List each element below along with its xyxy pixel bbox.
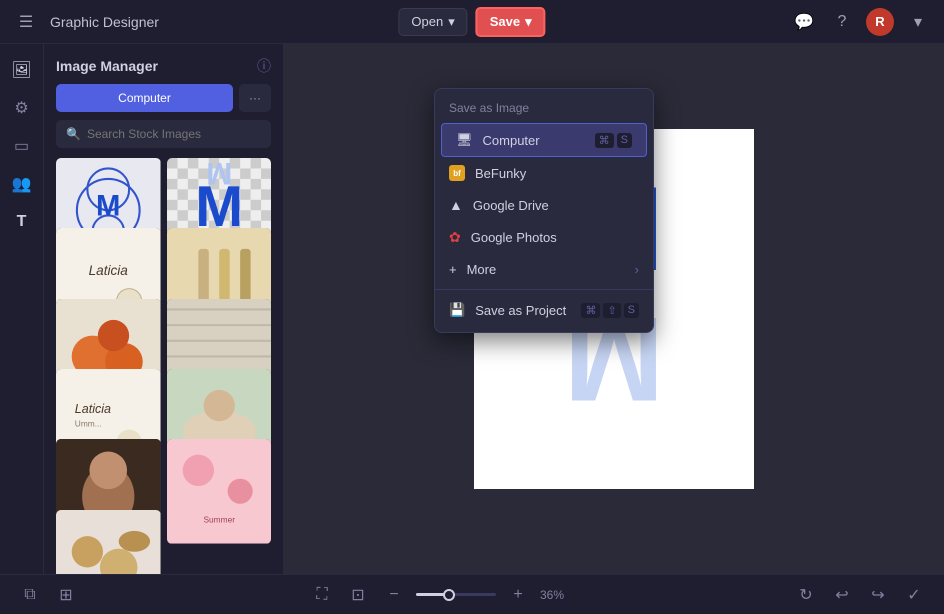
icon-sidebar: 🖼 ⚙ ▭ 👥 T <box>0 44 44 574</box>
computer-label: Computer <box>483 133 540 148</box>
sidebar-icon-layers[interactable]: ▭ <box>6 130 38 162</box>
image-grid: M M M <box>44 158 283 574</box>
layers-button[interactable]: ⧉ <box>16 581 44 609</box>
save-label: Save <box>490 14 520 29</box>
more-chevron-icon: › <box>635 262 639 277</box>
expand-button[interactable]: ⛶ <box>308 581 336 609</box>
save-computer-item[interactable]: 🖥 Computer ⌘ S <box>441 123 647 157</box>
save-dropdown-menu: Save as Image 🖥 Computer ⌘ S bf BeFunky … <box>434 88 654 333</box>
befunky-label: BeFunky <box>475 166 526 181</box>
help-button[interactable]: ? <box>828 8 856 36</box>
google-drive-icon: ▲ <box>449 197 463 213</box>
svg-text:Laticia: Laticia <box>75 402 111 416</box>
info-icon[interactable]: ⓘ <box>257 56 271 76</box>
save-befunky-item[interactable]: bf BeFunky <box>435 157 653 189</box>
more-button[interactable]: ··· <box>239 84 271 112</box>
chat-button[interactable]: 💬 <box>790 8 818 36</box>
save-chevron-icon: ▾ <box>525 14 532 30</box>
svg-text:M: M <box>96 190 120 222</box>
check-button[interactable]: ✓ <box>900 581 928 609</box>
header: ☰ Graphic Designer Open ▾ Save ▾ 💬 ? R ▾ <box>0 0 944 44</box>
main-area: 🖼 ⚙ ▭ 👥 T Image Manager ⓘ Computer ··· 🔍 <box>0 44 944 574</box>
header-right: 💬 ? R ▾ <box>790 8 932 36</box>
header-left: ☰ Graphic Designer <box>12 8 159 36</box>
shortcut-s: S <box>617 133 632 148</box>
drive-label: Google Drive <box>473 198 549 213</box>
save-project-item[interactable]: 💾 Save as Project ⌘ ⇧ S <box>435 294 653 326</box>
computer-button[interactable]: Computer <box>56 84 233 112</box>
toolbar-right: ↻ ↩ ↪ ✓ <box>792 581 928 609</box>
image-thumbnail[interactable]: Summer <box>167 439 272 544</box>
zoom-fill <box>416 593 445 596</box>
dropdown-divider <box>435 289 653 290</box>
grid-button[interactable]: ⊞ <box>52 581 80 609</box>
search-bar-container: 🔍 <box>56 120 271 148</box>
save-project-shortcut: ⌘ ⇧ S <box>581 303 639 318</box>
open-chevron-icon: ▾ <box>448 14 455 30</box>
zoom-in-button[interactable]: + <box>504 581 532 609</box>
sidebar-icon-image[interactable]: 🖼 <box>6 54 38 86</box>
save-more-item[interactable]: + More › <box>435 254 653 285</box>
photos-label: Google Photos <box>471 230 557 245</box>
save-project-label: Save as Project <box>475 303 566 318</box>
computer-shortcut: ⌘ S <box>595 133 632 148</box>
shortcut-s2: S <box>624 303 639 318</box>
crop-button[interactable]: ⊡ <box>344 581 372 609</box>
open-button[interactable]: Open ▾ <box>398 8 467 36</box>
zoom-slider[interactable] <box>416 593 496 596</box>
shortcut-shift: ⇧ <box>603 303 620 318</box>
computer-icon: 🖥 <box>456 132 473 148</box>
more-label: More <box>467 262 497 277</box>
undo-button[interactable]: ↩ <box>828 581 856 609</box>
toolbar-center: ⛶ ⊡ − + 36% <box>308 581 564 609</box>
avatar-label: R <box>875 14 884 29</box>
save-photos-item[interactable]: ✿ Google Photos <box>435 221 653 254</box>
toolbar-left: ⧉ ⊞ <box>16 581 80 609</box>
google-photos-icon: ✿ <box>449 229 461 246</box>
panel-title: Image Manager <box>56 58 158 74</box>
svg-text:Laticia: Laticia <box>89 263 129 278</box>
panel-actions: Computer ··· <box>44 84 283 120</box>
bottom-toolbar: ⧉ ⊞ ⛶ ⊡ − + 36% ↻ ↩ ↪ ✓ <box>0 574 944 614</box>
image-panel: Image Manager ⓘ Computer ··· 🔍 M <box>44 44 284 574</box>
svg-text:Summer: Summer <box>203 515 235 525</box>
svg-text:M: M <box>206 158 232 191</box>
shortcut-cmd: ⌘ <box>595 133 614 148</box>
redo-button[interactable]: ↪ <box>864 581 892 609</box>
save-button[interactable]: Save ▾ <box>476 7 546 37</box>
save-project-icon: 💾 <box>449 302 465 318</box>
search-input[interactable] <box>87 127 261 141</box>
header-center: Open ▾ Save ▾ <box>398 7 545 37</box>
expand-chevron-icon[interactable]: ▾ <box>904 8 932 36</box>
search-icon: 🔍 <box>66 127 81 141</box>
avatar-button[interactable]: R <box>866 8 894 36</box>
save-drive-item[interactable]: ▲ Google Drive <box>435 189 653 221</box>
zoom-percent: 36% <box>540 588 564 602</box>
more-left: + More <box>449 262 496 277</box>
sidebar-icon-sliders[interactable]: ⚙ <box>6 92 38 124</box>
canvas-area: M M Save as Image 🖥 Computer ⌘ S bf BeFu… <box>284 44 944 574</box>
panel-header: Image Manager ⓘ <box>44 44 283 84</box>
more-plus-icon: + <box>449 262 457 277</box>
menu-icon[interactable]: ☰ <box>12 8 40 36</box>
sidebar-icon-text[interactable]: T <box>6 206 38 238</box>
image-thumbnail[interactable] <box>56 510 161 574</box>
dropdown-header: Save as Image <box>435 95 653 123</box>
shortcut-cmd2: ⌘ <box>581 303 600 318</box>
zoom-out-button[interactable]: − <box>380 581 408 609</box>
app-title: Graphic Designer <box>50 14 159 30</box>
refresh-button[interactable]: ↻ <box>792 581 820 609</box>
befunky-icon: bf <box>449 165 465 181</box>
open-label: Open <box>411 14 443 29</box>
zoom-thumb <box>443 589 455 601</box>
svg-text:Umm...: Umm... <box>75 418 102 428</box>
sidebar-icon-people[interactable]: 👥 <box>6 168 38 200</box>
